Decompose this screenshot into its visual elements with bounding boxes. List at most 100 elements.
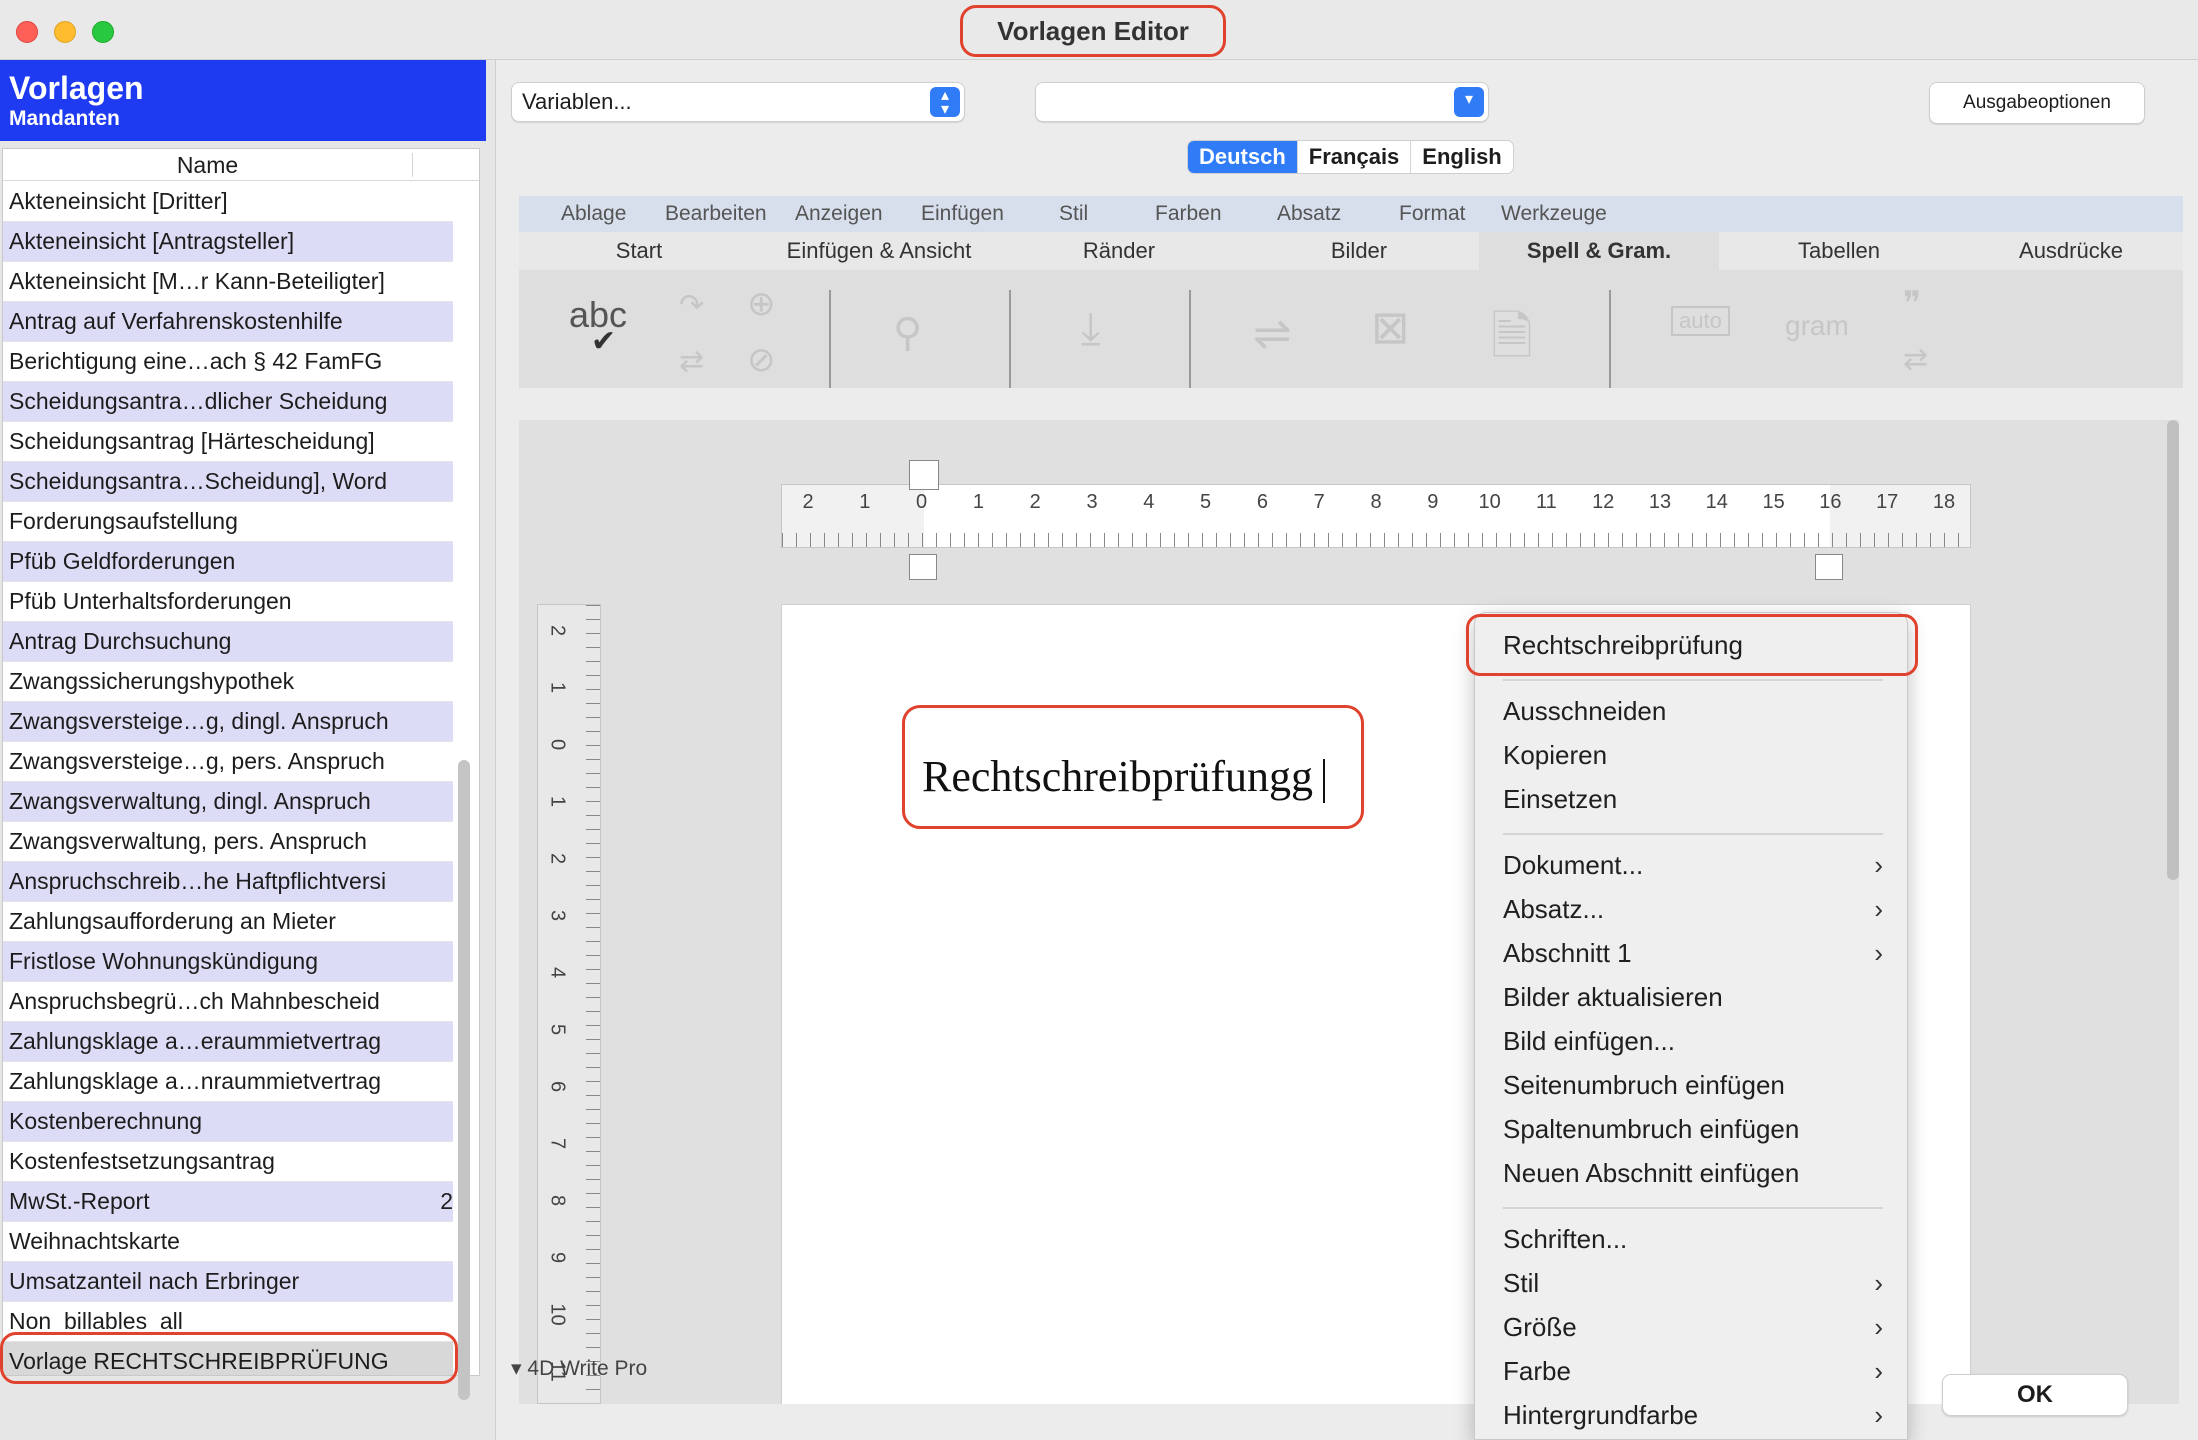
menu-werkzeuge[interactable]: Werkzeuge	[1501, 202, 1607, 226]
document-settings-icon[interactable]: 🗎	[1491, 298, 1533, 387]
list-item-label: Umsatzanteil nach Erbringer	[9, 1268, 300, 1294]
list-item[interactable]: Zwangsverwaltung, pers. Anspruch	[3, 822, 453, 862]
list-item[interactable]: Zwangsversteige…g, dingl. Anspruch	[3, 702, 453, 742]
list-item[interactable]: Akteneinsicht [M…r Kann-Beteiligter]	[3, 262, 453, 302]
spellcheck-icon[interactable]: abc ✔	[569, 294, 627, 359]
list-item[interactable]: Forderungsaufstellung	[3, 502, 453, 542]
right-margin-marker[interactable]	[1815, 554, 1843, 580]
list-item[interactable]: Pfüb Unterhaltsforderungen	[3, 582, 453, 622]
list-item[interactable]: Berichtigung eine…ach § 42 FamFG	[3, 342, 453, 382]
list-item[interactable]: Umsatzanteil nach Erbringer	[3, 1262, 453, 1302]
auto-correct-icon[interactable]: auto	[1671, 306, 1730, 336]
context-menu-item[interactable]: Seitenumbruch einfügen	[1503, 1065, 1883, 1105]
indent-marker[interactable]	[909, 460, 939, 490]
context-menu-item[interactable]: Spaltenumbruch einfügen	[1503, 1109, 1883, 1149]
menu-ablage[interactable]: Ablage	[561, 202, 626, 226]
list-item[interactable]: Zwangssicherungshypothek	[3, 662, 453, 702]
add-to-dictionary-icon[interactable]: ⊕	[747, 284, 776, 324]
list-item[interactable]: MwSt.-Report 2	[3, 1182, 453, 1222]
horizontal-ruler[interactable]: 2 1 0 1 2 3 4 5 6 7 8 9 10 11 12 13 14 15 16 17 18	[781, 484, 1971, 548]
context-menu-item[interactable]: Stil ›	[1503, 1263, 1883, 1303]
list-item[interactable]: Zahlungsklage a…eraummietvertrag	[3, 1022, 453, 1062]
tab-start[interactable]: Start	[519, 232, 759, 270]
list-item[interactable]: Akteneinsicht [Dritter]	[3, 182, 453, 222]
menu-einfuegen[interactable]: Einfügen	[921, 202, 1004, 226]
next-error-icon[interactable]: ⤓	[1081, 304, 1100, 354]
close-window-button[interactable]	[16, 21, 38, 43]
menu-format[interactable]: Format	[1399, 202, 1466, 226]
templates-list[interactable]: Name Akteneinsicht [Dritter] Akteneinsich…	[2, 148, 480, 1376]
context-menu-item[interactable]: Dokument... ›	[1503, 845, 1883, 885]
context-menu-item[interactable]: Farbe ›	[1503, 1351, 1883, 1391]
list-item[interactable]: Scheidungsantrag [Härtescheidung]	[3, 422, 453, 462]
context-menu-item[interactable]: Absatz... ›	[1503, 889, 1883, 929]
replace-icon[interactable]: ⇄	[679, 344, 704, 379]
list-item[interactable]: Anspruchsbegrü…ch Mahnbescheid	[3, 982, 453, 1022]
field-popup[interactable]: ▾	[1035, 82, 1489, 122]
document-scrollbar[interactable]	[2167, 420, 2179, 880]
context-menu-item[interactable]: Einsetzen	[1503, 779, 1883, 819]
tab-ausdruecke[interactable]: Ausdrücke	[1959, 232, 2183, 270]
list-item[interactable]: Zahlungsklage a…nraummietvertrag	[3, 1062, 453, 1102]
list-item[interactable]: Fristlose Wohnungskündigung	[3, 942, 453, 982]
menu-absatz[interactable]: Absatz	[1277, 202, 1341, 226]
list-item[interactable]: Kostenberechnung	[3, 1102, 453, 1142]
context-menu-item[interactable]: Abschnitt 1 ›	[1503, 933, 1883, 973]
lang-en[interactable]: English	[1411, 141, 1512, 173]
list-item[interactable]: Scheidungsantra…Scheidung], Word	[3, 462, 453, 502]
context-menu-item[interactable]: Neuen Abschnitt einfügen	[1503, 1153, 1883, 1193]
list-item[interactable]: Weihnachtskarte	[3, 1222, 453, 1262]
column-header-name[interactable]: Name	[3, 153, 413, 177]
lang-de[interactable]: Deutsch	[1188, 141, 1298, 173]
quote-replace-icon[interactable]: ❞	[1903, 284, 1921, 324]
output-options-button[interactable]: Ausgabeoptionen	[1929, 82, 2145, 124]
zoom-window-button[interactable]	[92, 21, 114, 43]
tab-einfuegen-ansicht[interactable]: Einfügen & Ansicht	[759, 232, 999, 270]
swap-icon[interactable]: ⇌	[1253, 306, 1292, 360]
menu-stil[interactable]: Stil	[1059, 202, 1088, 226]
list-item[interactable]: Scheidungsantra…dlicher Scheidung	[3, 382, 453, 422]
minimize-window-button[interactable]	[54, 21, 76, 43]
list-item[interactable]: Antrag auf Verfahrenskostenhilfe	[3, 302, 453, 342]
misspelled-word[interactable]: Rechtschreibprüfungg	[922, 752, 1313, 801]
menu-farben[interactable]: Farben	[1155, 202, 1222, 226]
grammar-icon[interactable]: gram	[1785, 310, 1849, 342]
list-item[interactable]: Akteneinsicht [Antragsteller]	[3, 222, 453, 262]
vertical-ruler[interactable]: 2 1 0 1 2 3 4 5 6 7 8 9 10 11	[537, 604, 601, 1404]
context-menu-item[interactable]: Ausschneiden	[1503, 691, 1883, 731]
tab-bilder[interactable]: Bilder	[1239, 232, 1479, 270]
remove-from-dictionary-icon[interactable]: ⊘	[747, 340, 776, 380]
tab-raender[interactable]: Ränder	[999, 232, 1239, 270]
list-item[interactable]: Zwangsverwaltung, dingl. Anspruch	[3, 782, 453, 822]
list-item[interactable]: Pfüb Geldforderungen	[3, 542, 453, 582]
lang-fr[interactable]: Français	[1298, 141, 1412, 173]
context-menu-item[interactable]: Kopieren	[1503, 735, 1883, 775]
write-pro-disclosure[interactable]: ▾ 4D Write Pro	[511, 1356, 647, 1381]
document-text[interactable]: Rechtschreibprüfungg	[922, 751, 1325, 803]
context-menu-item[interactable]: Größe ›	[1503, 1307, 1883, 1347]
dash-replace-icon[interactable]: ⇄	[1903, 342, 1928, 377]
ignore-icon[interactable]: ↷	[679, 288, 704, 323]
context-menu-item-label: Absatz...	[1503, 894, 1605, 924]
context-menu-item[interactable]: Schriften...	[1503, 1219, 1883, 1259]
list-item[interactable]: Kostenfestsetzungsantrag	[3, 1142, 453, 1182]
replace-all-icon[interactable]: ⊠	[1371, 300, 1410, 354]
list-item[interactable]: Zahlungsaufforderung an Mieter	[3, 902, 453, 942]
brush-icon[interactable]: ⚲	[893, 310, 922, 356]
variables-popup[interactable]: Variablen... ▴ ▾	[511, 82, 965, 122]
list-item[interactable]: Zwangsversteige…g, pers. Anspruch	[3, 742, 453, 782]
context-menu-item[interactable]: Hintergrundfarbe ›	[1503, 1395, 1883, 1435]
context-menu-item[interactable]: Bilder aktualisieren	[1503, 977, 1883, 1017]
language-segmented-control[interactable]: Deutsch Français English	[1187, 140, 1514, 174]
context-menu-item[interactable]: Bild einfügen...	[1503, 1021, 1883, 1061]
gear-icon[interactable]: ⚙▾	[432, 1436, 474, 1440]
menu-anzeigen[interactable]: Anzeigen	[795, 202, 883, 226]
list-scrollbar[interactable]	[458, 760, 470, 1400]
tab-tabellen[interactable]: Tabellen	[1719, 232, 1959, 270]
list-item[interactable]: Anspruchschreib…he Haftpflichtversi	[3, 862, 453, 902]
list-item[interactable]: Antrag Durchsuchung	[3, 622, 453, 662]
left-margin-marker[interactable]	[909, 554, 937, 580]
menu-bearbeiten[interactable]: Bearbeiten	[665, 202, 767, 226]
ok-button[interactable]: OK	[1942, 1374, 2128, 1416]
tab-spell-gram[interactable]: Spell & Gram.	[1479, 232, 1719, 270]
